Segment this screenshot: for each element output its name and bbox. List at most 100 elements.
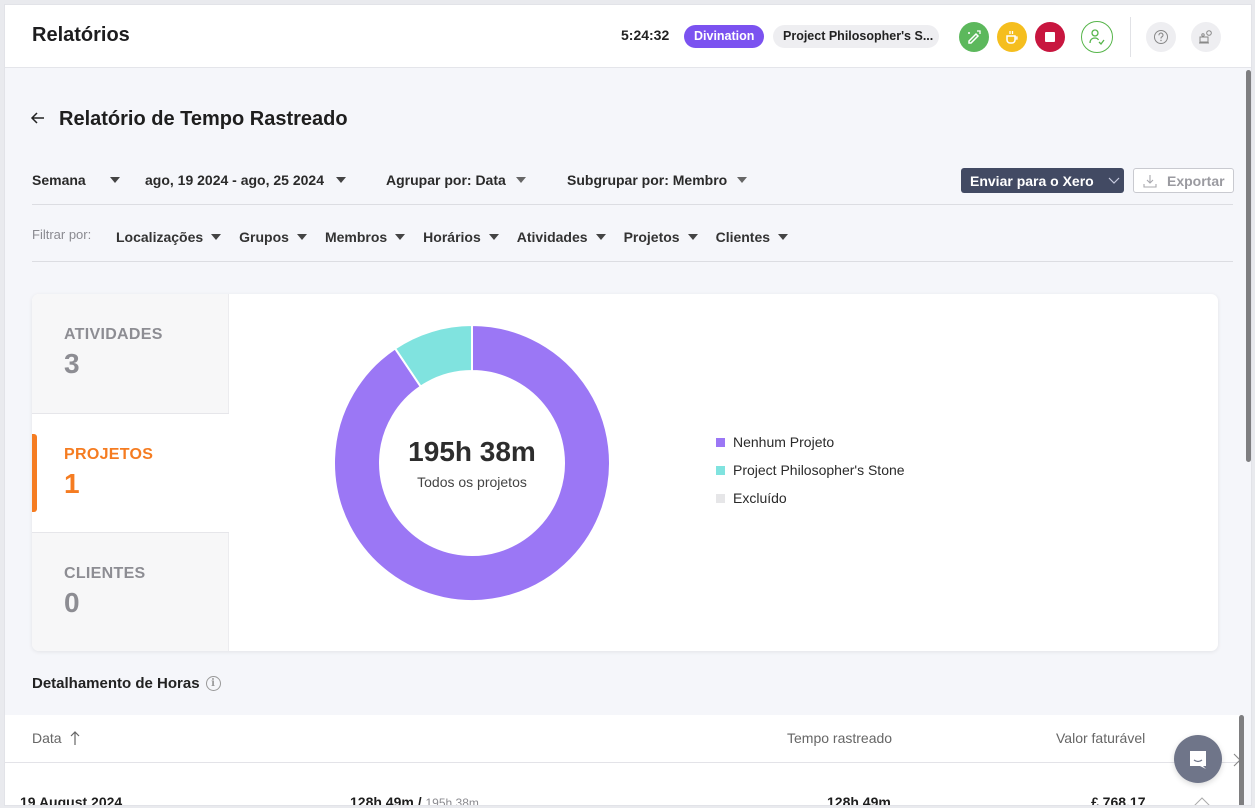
- period-label: Semana: [32, 172, 86, 188]
- hours-table: Data Tempo rastreado Valor faturável 19 …: [5, 715, 1243, 806]
- help-button[interactable]: [1146, 22, 1176, 52]
- send-to-xero-label: Enviar para o Xero: [970, 172, 1094, 189]
- summary-card: ATIVIDADES 3 PROJETOS 1 CLIENTES 0 195h …: [32, 294, 1218, 651]
- filter-groups[interactable]: Grupos: [239, 229, 307, 245]
- stat-activities[interactable]: ATIVIDADES 3: [32, 294, 229, 413]
- detail-title: Detalhamento de Horas i: [32, 675, 221, 692]
- filter-activities-label: Atividades: [516, 229, 588, 245]
- toolbar-divider: [1130, 17, 1131, 57]
- chevron-up-icon[interactable]: [1193, 797, 1211, 806]
- settings-button[interactable]: [1191, 22, 1221, 52]
- row-tracked: 128h 49m: [827, 794, 891, 806]
- filter-schedules[interactable]: Horários: [423, 229, 499, 245]
- export-button[interactable]: Exportar: [1133, 168, 1234, 193]
- filter-schedules-label: Horários: [423, 229, 481, 245]
- row-portion: 128h 49m / 195h 38m: [350, 794, 479, 806]
- break-button[interactable]: [997, 22, 1027, 52]
- column-date[interactable]: Data: [32, 730, 80, 746]
- filter-clients[interactable]: Clientes: [715, 229, 789, 245]
- donut-chart: 195h 38m Todos os projetos: [332, 323, 612, 603]
- caret-down-icon: [211, 234, 222, 240]
- download-icon: [1143, 174, 1157, 188]
- chat-button[interactable]: [1174, 735, 1222, 783]
- row-portion-total: 195h 38m: [425, 796, 479, 806]
- legend-label: Excluído: [733, 490, 787, 506]
- column-date-label: Data: [32, 730, 62, 746]
- user-gear-icon: [1199, 30, 1212, 44]
- timer-display: 5:24:32: [621, 27, 670, 43]
- caret-down-icon: [296, 234, 307, 240]
- user-check-icon: [1089, 29, 1105, 45]
- row-date: 19 August 2024: [20, 794, 123, 806]
- switch-task-button[interactable]: [959, 22, 989, 52]
- filter-projects[interactable]: Projetos: [624, 229, 698, 245]
- column-tracked-time[interactable]: Tempo rastreado: [787, 730, 892, 746]
- app-title: Relatórios: [32, 24, 130, 46]
- question-circle-icon: [1154, 30, 1168, 44]
- row-portion-value: 128h 49m: [350, 794, 414, 806]
- detail-title-text: Detalhamento de Horas: [32, 675, 200, 692]
- page-title: Relatório de Tempo Rastreado: [59, 108, 348, 130]
- stat-value: 0: [64, 587, 80, 618]
- organization-badge[interactable]: Divination: [684, 25, 765, 48]
- stat-label: ATIVIDADES: [64, 326, 163, 343]
- back-button[interactable]: [30, 110, 46, 131]
- export-label: Exportar: [1167, 172, 1225, 189]
- filter-locations-label: Localizações: [116, 229, 204, 245]
- send-to-xero-button[interactable]: Enviar para o Xero: [961, 168, 1124, 193]
- legend-swatch: [716, 493, 725, 503]
- caret-down-icon: [515, 177, 526, 183]
- app-window: Relatórios 5:24:32 Divination Project Ph…: [4, 4, 1252, 806]
- caret-down-icon: [488, 234, 499, 240]
- arrow-left-icon: [30, 112, 44, 124]
- table-header: Data Tempo rastreado Valor faturável: [5, 715, 1243, 767]
- legend-label: Project Philosopher's Stone: [733, 462, 905, 478]
- legend-item[interactable]: Excluído: [716, 484, 905, 512]
- filter-clients-label: Clientes: [715, 229, 771, 245]
- donut-svg: [333, 323, 611, 602]
- row-billable: £ 768.17: [1091, 794, 1146, 806]
- period-dropdown[interactable]: Semana: [32, 172, 120, 188]
- coffee-cup-icon: [1006, 31, 1018, 44]
- group-by-dropdown[interactable]: Agrupar por: Data: [386, 172, 526, 188]
- stat-value: 1: [64, 468, 80, 499]
- caret-down-icon: [778, 234, 789, 240]
- filter-activities[interactable]: Atividades: [517, 229, 606, 245]
- chart-legend: Nenhum Projeto Project Philosopher's Ston…: [716, 428, 905, 512]
- caret-down-icon: [109, 177, 120, 183]
- stats-sidebar: ATIVIDADES 3 PROJETOS 1 CLIENTES 0: [32, 294, 229, 651]
- date-range-picker[interactable]: ago, 19 2024 - ago, 25 2024: [145, 172, 346, 188]
- legend-item[interactable]: Nenhum Projeto: [716, 428, 905, 456]
- subgroup-by-label: Subgrupar por: Membro: [567, 172, 728, 188]
- filter-label: Filtrar por:: [32, 227, 92, 242]
- legend-label: Nenhum Projeto: [733, 434, 835, 450]
- filter-members[interactable]: Membros: [324, 229, 406, 245]
- caret-down-icon: [595, 234, 606, 240]
- caret-down-icon: [395, 234, 406, 240]
- top-bar: Relatórios 5:24:32 Divination Project Ph…: [5, 5, 1251, 68]
- chat-bubble-icon: [1190, 751, 1206, 769]
- filter-groups-label: Grupos: [239, 229, 289, 245]
- group-by-label: Agrupar por: Data: [386, 172, 506, 188]
- divider: [32, 204, 1233, 205]
- page-scrollbar[interactable]: [1245, 68, 1251, 805]
- subgroup-by-dropdown[interactable]: Subgrupar por: Membro: [567, 172, 748, 188]
- scrollbar-thumb[interactable]: [1246, 70, 1251, 462]
- chevron-down-icon: [1108, 177, 1120, 184]
- stop-timer-button[interactable]: [1035, 22, 1065, 52]
- caret-down-icon: [336, 177, 346, 183]
- legend-swatch: [716, 465, 725, 475]
- legend-item[interactable]: Project Philosopher's Stone: [716, 456, 905, 484]
- table-scrollbar-thumb[interactable]: [1239, 715, 1244, 805]
- column-billable-value[interactable]: Valor faturável: [1056, 730, 1145, 746]
- stat-projects[interactable]: PROJETOS 1: [32, 413, 229, 532]
- stat-label: CLIENTES: [64, 565, 146, 582]
- current-project-badge[interactable]: Project Philosopher's S...: [773, 25, 939, 48]
- filter-locations[interactable]: Localizações: [116, 229, 222, 245]
- filter-members-label: Membros: [324, 229, 388, 245]
- legend-swatch: [716, 437, 725, 447]
- user-status-button[interactable]: [1081, 21, 1113, 53]
- pencil-swap-icon: [968, 30, 981, 44]
- info-icon[interactable]: i: [205, 676, 221, 691]
- stat-clients[interactable]: CLIENTES 0: [32, 532, 229, 651]
